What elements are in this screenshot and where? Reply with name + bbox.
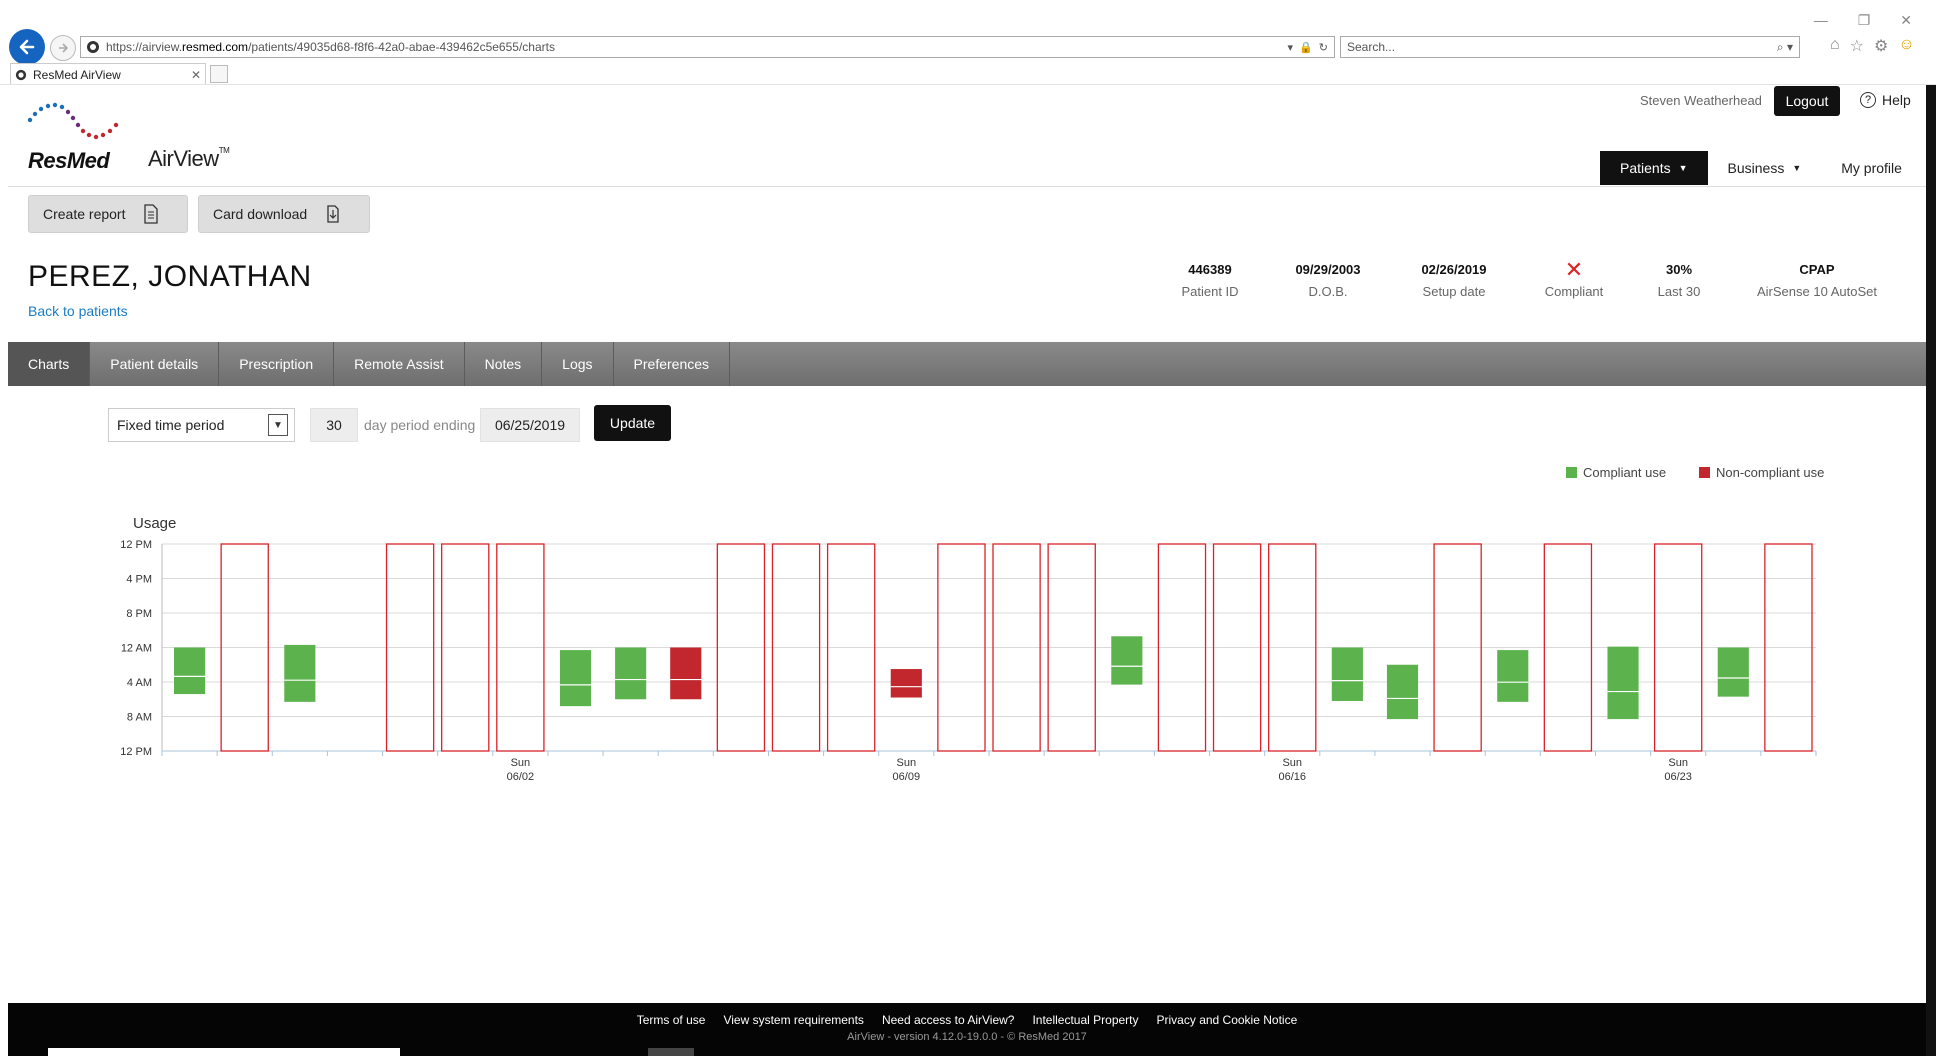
x-tick-label-day: Sun [897, 757, 917, 769]
footer-link-system-requirements[interactable]: View system requirements [723, 1013, 864, 1027]
x-tick-label-date: 06/02 [507, 771, 535, 783]
y-tick-label: 4 PM [126, 574, 152, 586]
footer-link-privacy[interactable]: Privacy and Cookie Notice [1157, 1013, 1298, 1027]
usage-chart: Usage 12 PM 4 PM 8 PM 12 AM 4 AM 8 AM 12 PM Sun 0… [120, 515, 1817, 783]
taskbar-strip [648, 1048, 694, 1056]
y-tick-label: 8 PM [126, 608, 152, 620]
noncompliant-usage-bar [670, 647, 702, 700]
compliant-usage-bar [1497, 650, 1529, 702]
footer-links: Terms of use View system requirements Ne… [8, 1013, 1926, 1027]
compliant-usage-bar [1386, 664, 1419, 720]
x-tick-label-date: 06/09 [893, 771, 921, 783]
compliant-usage-bar [615, 647, 647, 700]
footer-link-terms[interactable]: Terms of use [637, 1013, 706, 1027]
x-tick-label-date: 06/16 [1278, 771, 1306, 783]
footer-link-intellectual-property[interactable]: Intellectual Property [1032, 1013, 1138, 1027]
y-tick-label: 12 PM [120, 746, 152, 758]
compliant-usage-bar [1331, 647, 1363, 701]
chart-title: Usage [133, 515, 176, 532]
compliant-usage-bar [1607, 646, 1639, 720]
compliant-usage-bar [1717, 647, 1749, 697]
x-tick-label-day: Sun [1668, 757, 1688, 769]
x-tick-label-day: Sun [1282, 757, 1302, 769]
footer-link-need-access[interactable]: Need access to AirView? [882, 1013, 1015, 1027]
noncompliant-usage-bar [890, 669, 922, 698]
compliant-usage-bar [1111, 636, 1143, 685]
y-tick-label: 8 AM [127, 712, 152, 724]
x-tick-label-date: 06/23 [1664, 771, 1692, 783]
y-tick-label: 12 PM [120, 539, 152, 551]
footer-version: AirView - version 4.12.0-19.0.0 - © ResM… [847, 1031, 1087, 1043]
taskbar-strip [48, 1048, 400, 1056]
y-tick-label: 4 AM [127, 677, 152, 689]
y-tick-label: 12 AM [121, 643, 152, 655]
compliant-usage-bar [284, 644, 316, 702]
compliant-usage-bar [174, 647, 206, 695]
x-tick-label-day: Sun [511, 757, 531, 769]
compliant-usage-bar [559, 650, 592, 707]
